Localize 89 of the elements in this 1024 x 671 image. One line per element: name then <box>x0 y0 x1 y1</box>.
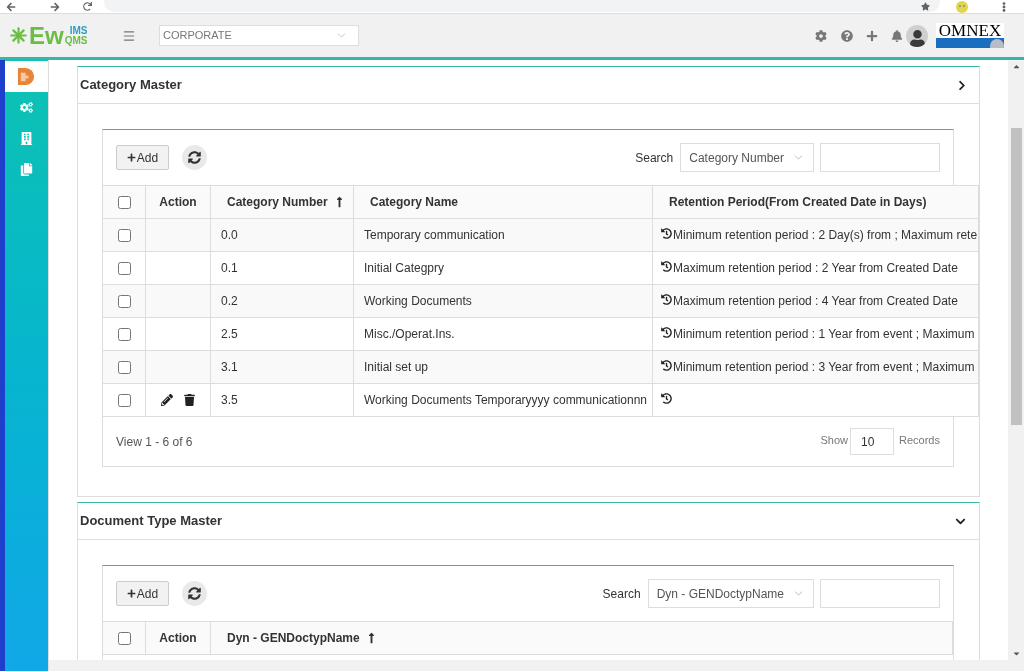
table-cell: Working Documents <box>354 285 653 317</box>
table-cell-text: Maximum retention period : 4 Year from Created Date <box>673 293 958 310</box>
logo-superscript: IMS <box>68 25 88 36</box>
column-header[interactable]: Category Name <box>370 193 459 211</box>
add-button[interactable]: Add <box>116 145 169 170</box>
row-checkbox[interactable] <box>117 327 131 341</box>
chevron-right-icon[interactable] <box>958 79 966 91</box>
table-cell: 3.1 <box>211 351 354 383</box>
search-field[interactable] <box>820 579 940 608</box>
row-checkbox[interactable] <box>117 261 131 275</box>
table-cell-text: Maximum retention period : 2 Year from Created Date <box>673 260 958 277</box>
back-arrow-icon[interactable] <box>6 1 16 12</box>
table-cell: 2.5 <box>211 318 354 350</box>
module-logo-icon <box>17 67 36 86</box>
scrollbar-thumb[interactable] <box>1010 128 1022 425</box>
history-icon[interactable] <box>661 261 672 272</box>
table-cell: 0.0 <box>211 219 354 251</box>
search-label: Search <box>602 585 641 603</box>
plus-icon <box>126 589 136 598</box>
history-icon[interactable] <box>661 228 672 239</box>
card-title[interactable]: Document Type Master <box>80 511 223 531</box>
table-cell: Misc./Operat.Ins. <box>354 318 653 350</box>
search-field[interactable] <box>820 143 940 172</box>
table-cell-text: Minimum retention period : 3 Year from event ; Maximum <box>673 359 975 376</box>
page-size-field[interactable]: 10 <box>850 428 895 455</box>
scroll-down-icon[interactable] <box>1011 649 1021 658</box>
history-icon[interactable] <box>661 393 672 404</box>
forward-arrow-icon[interactable] <box>50 1 60 12</box>
table-cell: Temporary communication <box>354 219 653 251</box>
table-cell: Initial Categpry <box>354 252 653 284</box>
edit-icon[interactable] <box>161 394 173 406</box>
plus-icon[interactable] <box>866 29 878 42</box>
refresh-icon <box>188 587 201 600</box>
table-cell-text: Minimum retention period : 1 Year from event ; Maximum <box>673 326 975 343</box>
table-cell: 0.1 <box>211 252 354 284</box>
row-checkbox[interactable] <box>117 294 131 308</box>
settings-icon[interactable] <box>815 29 827 42</box>
menu-icon[interactable] <box>122 28 136 43</box>
bell-icon[interactable] <box>891 29 903 42</box>
history-icon[interactable] <box>661 294 672 305</box>
reload-icon[interactable] <box>83 2 92 11</box>
add-button[interactable]: Add <box>116 581 169 606</box>
history-icon[interactable] <box>661 327 672 338</box>
records-label: Records <box>899 432 940 448</box>
search-select[interactable]: Dyn - GENDoctypName <box>647 579 814 608</box>
column-header[interactable]: Action <box>159 193 197 211</box>
record-info: View 1 - 6 of 6 <box>116 433 193 451</box>
table-cell: 3.5 <box>211 384 354 416</box>
table-cell-text: Minimum retention period : 2 Day(s) from ; Maximum rete <box>673 227 978 244</box>
scroll-up-icon[interactable] <box>1011 62 1021 71</box>
building-icon <box>20 132 33 145</box>
column-header[interactable]: Action <box>159 629 197 647</box>
star-icon[interactable] <box>921 1 930 11</box>
row-checkbox[interactable] <box>117 360 131 374</box>
logo-text: Ew <box>29 23 64 48</box>
org-select[interactable]: CORPORATE <box>159 25 359 46</box>
row-checkbox[interactable] <box>117 228 131 242</box>
search-select[interactable]: Category Number <box>680 143 814 172</box>
refresh-button[interactable] <box>182 581 207 606</box>
sidebar-item[interactable] <box>5 61 48 92</box>
globe-banner-icon <box>936 38 1004 48</box>
table-cell: 0.2 <box>211 285 354 317</box>
refresh-icon <box>188 151 201 164</box>
more-icon[interactable] <box>1002 1 1006 12</box>
row-checkbox[interactable] <box>117 393 131 407</box>
column-header[interactable]: Retention Period(From Created Date in Days) <box>669 193 927 211</box>
face-icon[interactable] <box>956 0 968 13</box>
delete-icon[interactable] <box>184 394 195 406</box>
table-cell: Initial set up <box>354 351 653 383</box>
help-icon[interactable] <box>841 29 853 42</box>
avatar-icon[interactable] <box>906 24 928 47</box>
refresh-button[interactable] <box>182 145 207 170</box>
show-label: Show <box>820 432 849 448</box>
plus-icon <box>126 153 136 162</box>
vertical-scrollbar[interactable] <box>1008 60 1024 660</box>
card-title[interactable]: Category Master <box>80 75 182 95</box>
logo-subscript: QMS <box>64 35 88 46</box>
brand-name: OMNEX <box>938 23 1002 38</box>
gears-icon <box>20 101 33 114</box>
table-cell: Working Documents Temporaryyyy communicationnn <box>354 384 653 416</box>
column-header[interactable]: Dyn - GENDoctypName <box>227 629 360 647</box>
copy-icon <box>20 163 33 176</box>
snowflake-icon <box>10 27 27 44</box>
select-all-checkbox[interactable] <box>117 631 131 645</box>
history-icon[interactable] <box>661 360 672 371</box>
select-all-checkbox[interactable] <box>117 195 131 209</box>
horizontal-scrollbar[interactable] <box>49 660 1024 671</box>
search-label: Search <box>635 149 674 167</box>
column-header[interactable]: Category Number <box>227 193 328 211</box>
